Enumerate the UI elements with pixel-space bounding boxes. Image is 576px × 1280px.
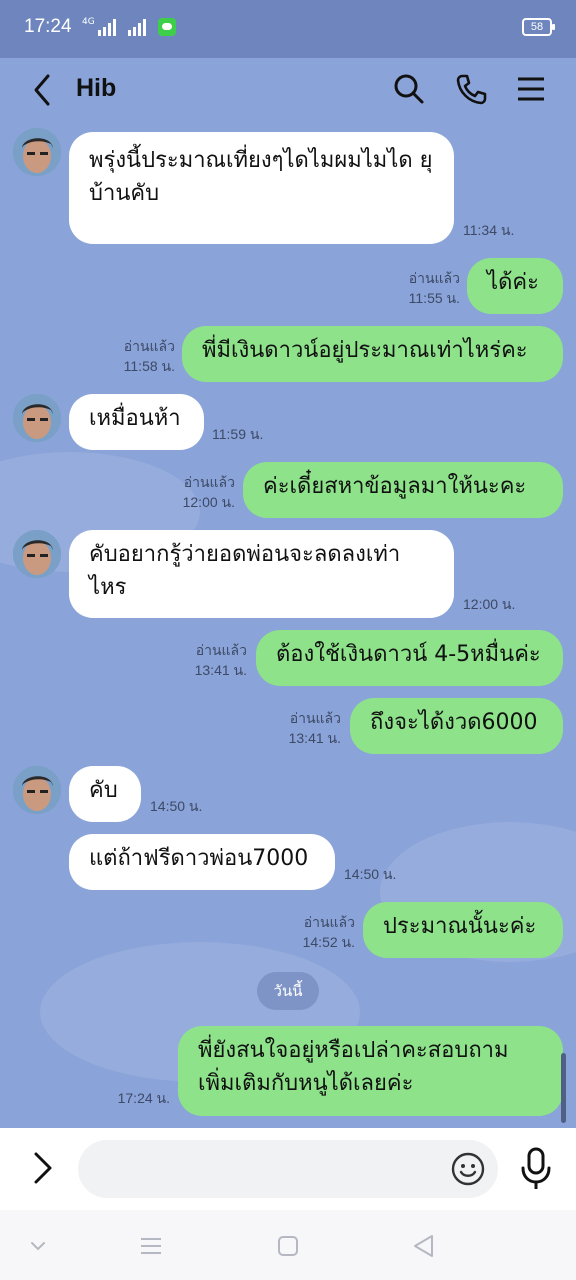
- signal-icon: 4G: [82, 18, 116, 36]
- emoji-icon[interactable]: [450, 1151, 486, 1187]
- status-icons: 4G: [82, 18, 176, 36]
- signal-icon: [127, 18, 146, 36]
- status-time: 17:24: [24, 16, 72, 37]
- message-time: 12:00 น.: [463, 596, 516, 612]
- message-bubble-outgoing[interactable]: ประมาณนั้นะค่ะ: [363, 902, 563, 958]
- message-time: 17:24 น.: [117, 1090, 170, 1106]
- microphone-icon[interactable]: [518, 1146, 554, 1192]
- scrollbar[interactable]: [561, 1053, 566, 1123]
- avatar[interactable]: [13, 394, 61, 442]
- message-bubble-incoming[interactable]: แต่ถ้าฟรีดาวพ่อน7000: [69, 834, 335, 890]
- search-icon[interactable]: [392, 72, 426, 106]
- home-square-icon[interactable]: [274, 1232, 302, 1260]
- message-bubble-outgoing[interactable]: พี่ยังสนใจอยู่หรือเปล่าคะสอบถามเพิ่มเติม…: [178, 1026, 563, 1116]
- message-time: 13:41 น.: [194, 662, 247, 678]
- message-time: 14:50 น.: [344, 866, 397, 882]
- message-bubble-outgoing[interactable]: พี่มีเงินดาวน์อยู่ประมาณเท่าไหร่คะ: [182, 326, 563, 382]
- message-bubble-incoming[interactable]: เหมื่อนห้า: [69, 394, 204, 450]
- chat-header: Hib: [0, 58, 576, 122]
- message-time: 11:58 น.: [123, 358, 175, 374]
- chat-title[interactable]: Hib: [76, 74, 116, 103]
- message-bubble-outgoing[interactable]: ถึงจะได้งวด6000: [350, 698, 563, 754]
- status-bar: 17:24 4G 58: [0, 0, 576, 58]
- read-receipt: อ่านแล้ว: [123, 338, 175, 354]
- message-time: 14:50 น.: [150, 798, 203, 814]
- message-time: 11:34 น.: [463, 222, 515, 238]
- message-bubble-outgoing[interactable]: ค่ะเดี๋ยสหาข้อมูลมาให้นะคะ: [243, 462, 563, 518]
- avatar[interactable]: [13, 128, 61, 176]
- avatar[interactable]: [13, 530, 61, 578]
- network-label: 4G: [82, 17, 95, 27]
- message-time: 14:52 น.: [302, 934, 355, 950]
- menu-lines-icon[interactable]: [137, 1232, 165, 1260]
- line-app-icon: [157, 18, 176, 36]
- read-receipt: อ่านแล้ว: [289, 710, 341, 726]
- message-time: 11:55 น.: [408, 290, 460, 306]
- date-separator: วันนี้: [257, 972, 319, 1010]
- chevron-down-icon[interactable]: [24, 1232, 52, 1260]
- message-input[interactable]: [78, 1140, 498, 1198]
- chevron-right-icon[interactable]: [28, 1148, 58, 1188]
- message-input-bar: [0, 1128, 576, 1210]
- back-arrow-icon[interactable]: [28, 72, 58, 108]
- message-time: 13:41 น.: [288, 730, 341, 746]
- message-bubble-incoming[interactable]: คับ: [69, 766, 141, 822]
- message-time: 11:59 น.: [212, 426, 264, 442]
- system-nav-bar: [0, 1210, 576, 1280]
- chat-area[interactable]: พรุ่งนี้ประมาณเที่ยงๆไดไมผมไมได ยุบ้านคั…: [0, 122, 576, 1128]
- menu-icon[interactable]: [514, 72, 548, 106]
- read-receipt: อ่านแล้ว: [183, 474, 235, 490]
- read-receipt: อ่านแล้ว: [408, 270, 460, 286]
- message-bubble-incoming[interactable]: คับอยากรู้ว่ายอดพ่อนจะลดลงเท่าไหร: [69, 530, 454, 618]
- phone-icon[interactable]: [454, 72, 488, 106]
- read-receipt: อ่านแล้ว: [303, 914, 355, 930]
- message-bubble-incoming[interactable]: พรุ่งนี้ประมาณเที่ยงๆไดไมผมไมได ยุบ้านคั…: [69, 132, 454, 244]
- message-bubble-outgoing[interactable]: ต้องใช้เงินดาวน์ 4-5หมื่นค่ะ: [256, 630, 563, 686]
- message-time: 12:00 น.: [182, 494, 235, 510]
- read-receipt: อ่านแล้ว: [195, 642, 247, 658]
- message-bubble-outgoing[interactable]: ได้ค่ะ: [467, 258, 563, 314]
- back-triangle-icon[interactable]: [410, 1232, 438, 1260]
- battery-icon: 58: [522, 18, 555, 36]
- avatar[interactable]: [13, 766, 61, 814]
